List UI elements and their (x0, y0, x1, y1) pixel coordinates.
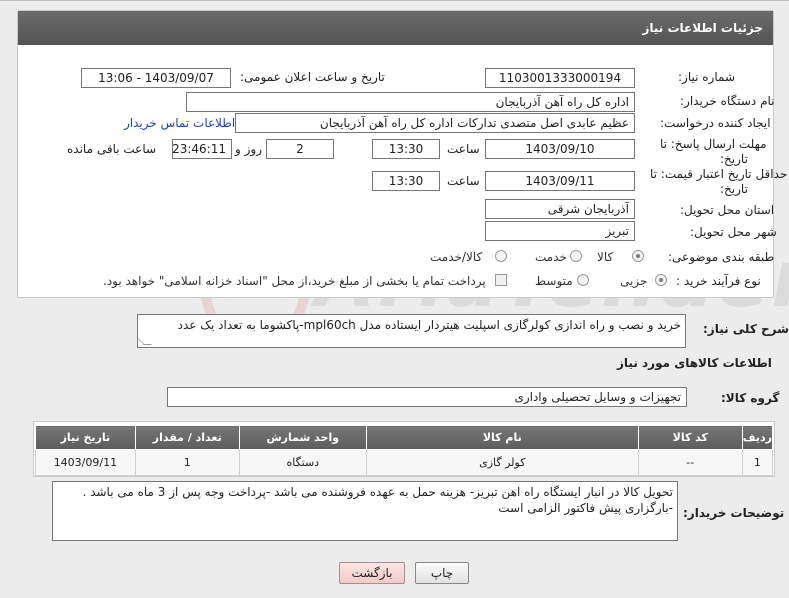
buyer-contact-link[interactable]: اطلاعات تماس خریدار (124, 116, 235, 130)
category-radio-goods[interactable] (632, 250, 644, 262)
panel-header: جزئیات اطلاعات نیاز (18, 11, 773, 45)
validity-date-value: 1403/09/11 (485, 171, 635, 191)
cell-need-date: 1403/09/11 (35, 449, 136, 476)
need-number-label: شماره نیاز: (678, 70, 735, 84)
category-radio-service[interactable] (570, 250, 582, 262)
requester-value: عظیم عابدی اصل متصدی تدارکات اداره کل را… (235, 113, 635, 133)
table-header-row: ردیف کد کالا نام کالا واحد شمارش تعداد /… (35, 425, 774, 450)
category-option-service: خدمت (535, 250, 567, 264)
treasury-payment-checkbox[interactable] (495, 274, 507, 286)
cell-item-code: -- (637, 449, 743, 476)
table-row: 1 -- کولر گازی دستگاه 1 1403/09/11 (35, 449, 774, 476)
panel-title: جزئیات اطلاعات نیاز (642, 21, 763, 35)
back-button[interactable]: بازگشت (339, 562, 405, 584)
validity-label-line2: تاریخ: (720, 182, 748, 196)
top-border (0, 0, 789, 1)
buyer-org-value: اداره کل راه آهن آذربایجان (186, 92, 635, 112)
process-label: نوع فرآیند خرید : (676, 274, 761, 288)
deadline-time-label: ساعت (447, 142, 480, 156)
goods-section-title: اطلاعات کالاهای مورد نیاز (617, 356, 772, 370)
cell-row-number: 1 (741, 449, 774, 476)
goods-group-value: تجهیزات و وسایل تحصیلی واداری (167, 387, 687, 407)
col-header-item-code: کد کالا (637, 425, 743, 450)
process-option-minor: جزیی (620, 274, 648, 288)
col-header-need-date: تاریخ نیاز (35, 425, 136, 450)
goods-group-label: گروه کالا: (721, 391, 780, 405)
validity-time-value: 13:30 (372, 171, 440, 191)
validity-time-label: ساعت (447, 174, 480, 188)
province-label: استان محل تحویل: (680, 203, 775, 217)
goods-table-wrapper: ردیف کد کالا نام کالا واحد شمارش تعداد /… (33, 421, 775, 477)
category-option-goods: کالا (597, 250, 614, 264)
city-label: شهر محل تحویل: (690, 225, 777, 239)
buyer-org-label: نام دستگاه خریدار: (680, 94, 775, 108)
category-option-goods-service: کالا/خدمت (430, 250, 483, 264)
announce-value: 1403/09/07 - 13:06 (81, 68, 231, 88)
cell-item-name: کولر گازی (365, 449, 639, 476)
cell-quantity: 1 (134, 449, 240, 476)
deadline-label-line2: تاریخ: (720, 152, 748, 166)
col-header-quantity: تعداد / مقدار (134, 425, 240, 450)
col-header-item-name: نام کالا (365, 425, 639, 450)
need-number-value: 1103001333000194 (485, 68, 635, 88)
buyer-notes-textarea[interactable]: تحویل کالا در انبار ایستگاه راه اهن تبری… (52, 481, 678, 541)
province-value: آذربایجان شرقی (485, 199, 635, 219)
treasury-payment-note: پرداخت تمام یا بخشی از مبلغ خرید،از محل … (103, 274, 486, 288)
cell-unit: دستگاه (238, 449, 367, 476)
category-radio-goods-service[interactable] (495, 250, 507, 262)
deadline-time-value: 13:30 (372, 139, 440, 159)
remaining-time-value: 23:46:11 (172, 139, 232, 159)
print-button[interactable]: چاپ (415, 562, 469, 584)
resize-handle-icon[interactable] (138, 337, 152, 345)
remaining-label: ساعت باقی مانده (67, 142, 157, 156)
buyer-notes-text: تحویل کالا در انبار ایستگاه راه اهن تبری… (82, 485, 673, 515)
buyer-notes-label: توضیحات خریدار: (683, 506, 785, 520)
description-text: خرید و نصب و راه اندازی کولرگازی اسپلیت … (177, 318, 681, 332)
deadline-date-value: 1403/09/10 (485, 139, 635, 159)
description-textarea[interactable]: خرید و نصب و راه اندازی کولرگازی اسپلیت … (137, 314, 686, 348)
city-value: تبریز (485, 221, 635, 241)
process-radio-minor[interactable] (655, 274, 667, 286)
category-label: طبقه بندی موضوعی: (668, 250, 775, 264)
days-value: 2 (266, 139, 334, 159)
process-radio-medium[interactable] (577, 274, 589, 286)
requester-label: ایجاد کننده درخواست: (660, 116, 771, 130)
col-header-unit: واحد شمارش (238, 425, 367, 450)
col-header-row-number: ردیف (741, 425, 774, 450)
announce-label: تاریخ و ساعت اعلان عمومی: (240, 70, 385, 84)
description-label: شرح کلی نیاز: (703, 322, 789, 336)
days-label: روز و (235, 142, 262, 156)
goods-table: ردیف کد کالا نام کالا واحد شمارش تعداد /… (35, 425, 774, 476)
process-option-medium: متوسط (535, 274, 573, 288)
deadline-label-line1: مهلت ارسال پاسخ: تا (660, 137, 767, 151)
validity-label-line1: حداقل تاریخ اعتبار قیمت: تا (650, 167, 788, 181)
